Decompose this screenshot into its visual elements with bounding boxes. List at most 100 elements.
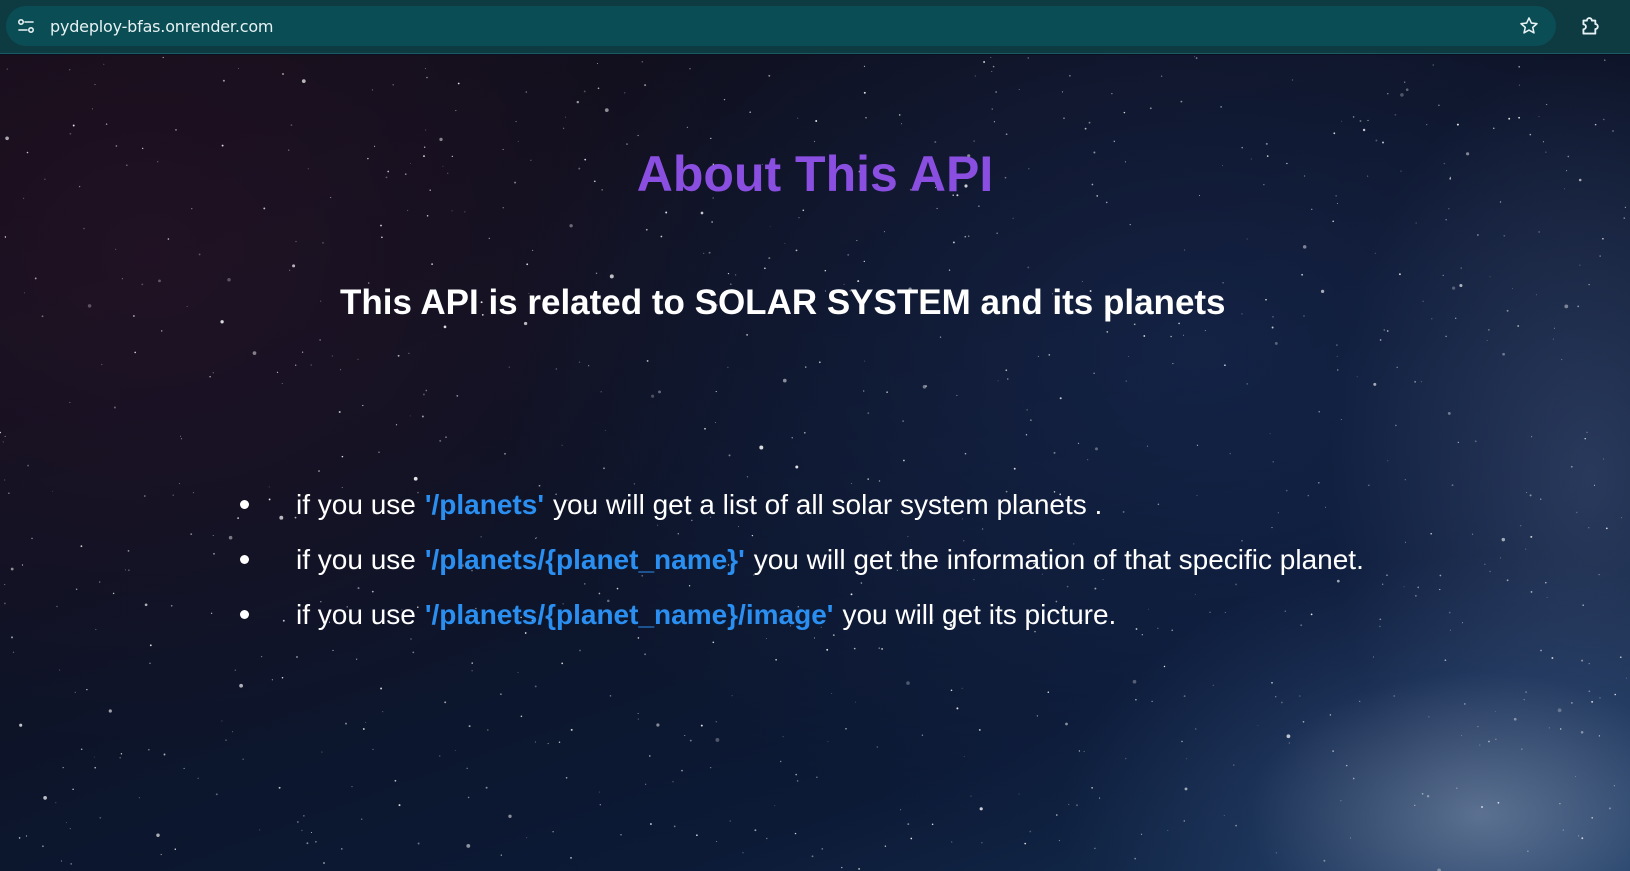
extensions-icon[interactable] — [1578, 13, 1604, 39]
site-info-icon[interactable] — [16, 16, 36, 36]
star-dot — [1186, 758, 1188, 760]
star-dot — [1529, 494, 1532, 497]
star-dot — [1134, 857, 1137, 860]
star-dot — [1382, 583, 1384, 585]
star-dot — [1604, 59, 1606, 61]
star-dot — [315, 841, 317, 843]
star-dot — [715, 391, 717, 393]
star-dot — [1488, 329, 1490, 331]
star-dot — [979, 807, 983, 811]
star-dot — [1147, 445, 1149, 447]
star-dot — [1506, 579, 1509, 582]
star-dot — [727, 366, 729, 368]
star-dot — [1421, 792, 1424, 795]
star-dot — [2, 441, 4, 443]
star-dot — [70, 863, 73, 865]
star-dot — [1093, 372, 1095, 374]
star-dot — [1337, 369, 1339, 371]
star-dot — [1471, 533, 1474, 535]
star-dot — [1301, 273, 1304, 276]
star-dot — [1619, 656, 1622, 659]
star-dot — [1531, 436, 1533, 438]
star-dot — [467, 796, 470, 799]
star-dot — [624, 92, 626, 94]
star-dot — [296, 656, 298, 658]
bookmark-star-icon[interactable] — [1518, 15, 1540, 37]
star-dot — [1359, 700, 1361, 703]
star-dot — [978, 728, 981, 731]
star-dot — [24, 292, 25, 294]
star-dot — [1548, 727, 1550, 729]
star-dot — [1083, 751, 1085, 753]
star-dot — [1086, 459, 1089, 461]
star-dot — [306, 842, 309, 845]
star-dot — [11, 636, 13, 639]
star-dot — [1229, 452, 1231, 455]
star-dot — [1576, 511, 1578, 514]
star-dot — [1417, 586, 1420, 589]
star-dot — [127, 550, 130, 552]
star-dot — [1404, 541, 1406, 543]
star-dot — [94, 766, 97, 769]
star-dot — [301, 79, 306, 83]
star-dot — [141, 283, 144, 286]
star-dot — [1269, 432, 1271, 434]
star-dot — [1323, 859, 1326, 862]
star-dot — [362, 404, 364, 407]
star-dot — [331, 355, 334, 357]
star-dot — [1540, 649, 1542, 652]
star-dot — [1439, 589, 1441, 591]
star-dot — [515, 121, 517, 123]
star-dot — [681, 769, 683, 772]
star-dot — [1106, 331, 1109, 333]
star-dot — [1383, 329, 1386, 331]
star-dot — [1375, 139, 1378, 142]
endpoint-description: you will get its picture. — [842, 598, 1117, 630]
star-dot — [1291, 79, 1294, 81]
address-bar[interactable]: pydeploy-bfas.onrender.com — [6, 6, 1556, 46]
url-text[interactable]: pydeploy-bfas.onrender.com — [50, 17, 274, 36]
star-dot — [1444, 659, 1447, 662]
star-dot — [831, 692, 833, 694]
star-dot — [649, 755, 651, 757]
star-dot — [1076, 804, 1078, 807]
star-dot — [444, 701, 447, 704]
star-dot — [1557, 708, 1562, 713]
star-dot — [526, 263, 529, 266]
star-dot — [1551, 657, 1554, 659]
star-dot — [1484, 563, 1486, 565]
star-dot — [237, 67, 239, 69]
star-dot — [340, 369, 342, 371]
star-dot — [65, 822, 67, 824]
star-dot — [170, 604, 173, 607]
star-dot — [124, 569, 126, 571]
star-dot — [8, 492, 10, 495]
star-dot — [183, 767, 185, 769]
star-dot — [1274, 341, 1278, 345]
star-dot — [42, 845, 44, 848]
star-dot — [357, 358, 359, 361]
star-dot — [517, 140, 519, 142]
star-dot — [1612, 130, 1614, 132]
star-dot — [167, 238, 170, 240]
bullet-icon — [240, 555, 249, 564]
star-dot — [378, 451, 380, 453]
star-dot — [1501, 537, 1506, 542]
star-dot — [320, 300, 322, 302]
star-dot — [392, 83, 394, 86]
star-dot — [827, 741, 829, 743]
star-dot — [769, 226, 771, 228]
star-dot — [620, 834, 622, 836]
star-dot — [60, 860, 62, 862]
star-dot — [968, 235, 970, 237]
star-dot — [160, 330, 163, 332]
star-dot — [1451, 286, 1456, 290]
star-dot — [242, 758, 244, 760]
star-dot — [795, 773, 798, 776]
star-dot — [1624, 206, 1627, 208]
star-dot — [1329, 714, 1332, 716]
star-dot — [570, 728, 573, 731]
star-dot — [845, 727, 847, 730]
star-dot — [456, 395, 459, 397]
star-dot — [1578, 835, 1580, 837]
